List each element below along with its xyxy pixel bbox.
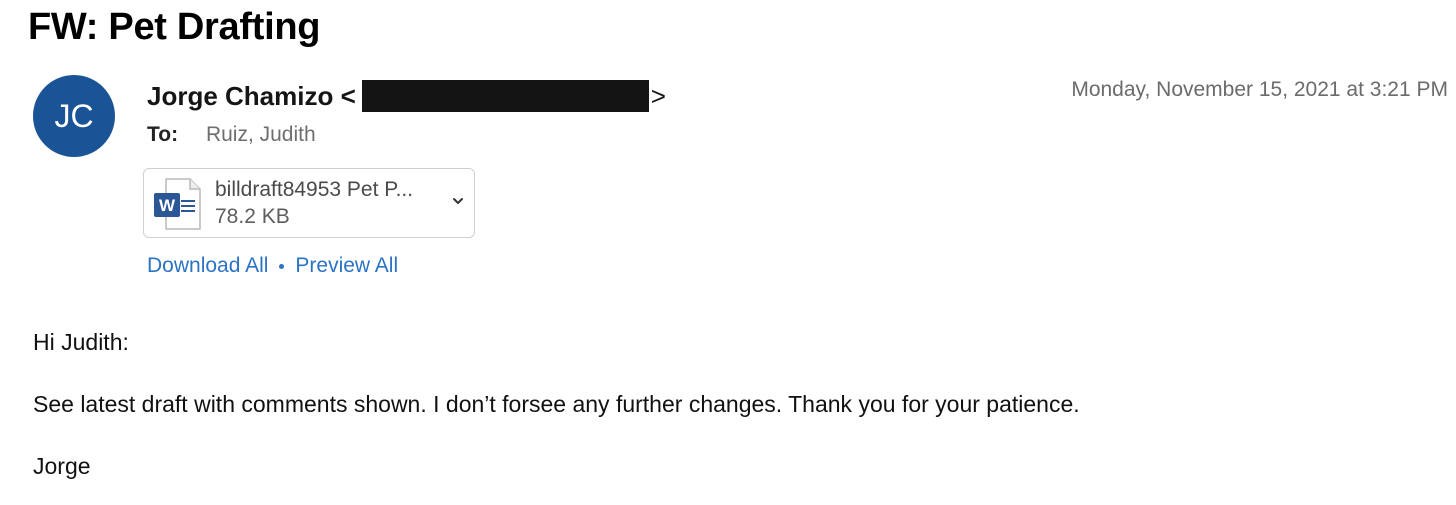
svg-text:W: W — [159, 196, 176, 215]
sender-avatar: JC — [33, 75, 115, 157]
email-greeting: Hi Judith: — [33, 329, 129, 355]
email-timestamp: Monday, November 15, 2021 at 3:21 PM — [1071, 78, 1448, 101]
recipient-name[interactable]: Ruiz, Judith — [206, 123, 316, 146]
email-message: See latest draft with comments shown. I … — [33, 391, 1080, 417]
email-signature: Jorge — [33, 453, 91, 479]
to-label: To: — [147, 123, 179, 146]
preview-all-link[interactable]: Preview All — [295, 254, 398, 278]
avatar-initials: JC — [54, 97, 94, 134]
separator-dot — [279, 263, 285, 269]
sender-line: Jorge Chamizo < > — [147, 80, 666, 112]
sender-close-bracket: > — [650, 80, 666, 111]
attachment-size: 78.2 KB — [215, 205, 290, 228]
chevron-down-icon[interactable] — [450, 193, 466, 209]
attachment-name: billdraft84953 Pet P... — [215, 178, 414, 201]
word-document-icon: W — [154, 178, 201, 230]
email-subject: FW: Pet Drafting — [28, 6, 321, 48]
attachment-actions: Download All Preview All — [147, 254, 398, 278]
redacted-email-address — [361, 80, 649, 112]
download-all-link[interactable]: Download All — [147, 254, 268, 278]
attachment-card[interactable]: W billdraft84953 Pet P... 78.2 KB — [143, 168, 475, 238]
sender-name[interactable]: Jorge Chamizo < — [147, 81, 356, 112]
recipients-row: To: Ruiz, Judith — [147, 123, 316, 147]
